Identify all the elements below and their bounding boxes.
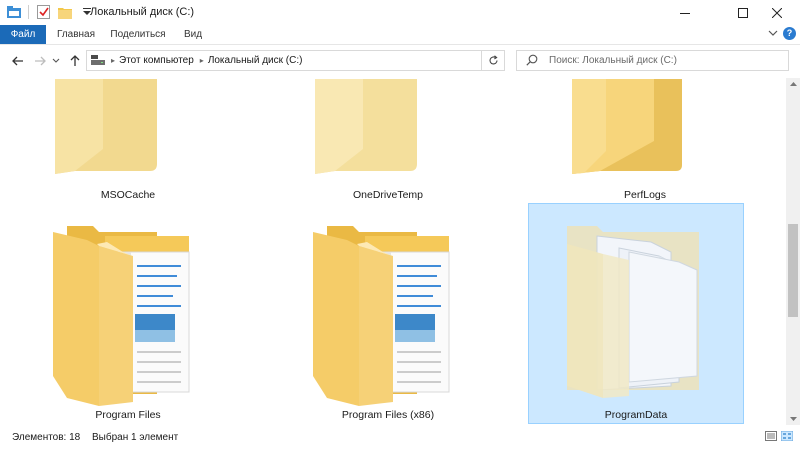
folder-item-program-files[interactable]: Program Files xyxy=(20,203,236,424)
toolbar-separator xyxy=(28,5,29,19)
folder-label: Program Files (x86) xyxy=(341,409,435,421)
explorer-icon[interactable] xyxy=(6,4,22,20)
up-arrow-icon xyxy=(70,55,80,66)
folder-with-documents-icon xyxy=(313,226,450,406)
tab-file[interactable]: Файл xyxy=(0,25,46,44)
large-icons-view-icon[interactable] xyxy=(780,430,794,442)
hidden-folder-icon xyxy=(567,226,699,398)
search-box[interactable]: Поиск: Локальный диск (C:) xyxy=(516,50,789,71)
folder-item-program-files-x86[interactable]: Program Files (x86) xyxy=(280,203,496,424)
close-icon xyxy=(772,7,782,18)
back-button[interactable] xyxy=(9,52,27,70)
vertical-scrollbar[interactable] xyxy=(786,78,800,425)
scroll-down-button[interactable] xyxy=(786,413,800,425)
folder-label: Program Files xyxy=(95,409,161,421)
expand-ribbon-chevron-icon[interactable] xyxy=(768,28,778,40)
refresh-icon xyxy=(488,55,498,65)
folder-icon xyxy=(55,79,157,174)
details-view-icon[interactable] xyxy=(765,431,777,441)
selection-count: Выбран 1 элемент xyxy=(92,432,179,443)
navigation-bar: ▸ Этот компьютер ▸ Локальный диск (C:) П… xyxy=(0,45,800,77)
folder-item-perflogs[interactable]: PerfLogs xyxy=(537,78,753,204)
folder-label: MSOCache xyxy=(100,189,156,201)
scroll-up-button[interactable] xyxy=(786,78,800,90)
address-bar[interactable]: ▸ Этот компьютер ▸ Локальный диск (C:) xyxy=(86,50,505,71)
tab-home[interactable]: Главная xyxy=(52,25,100,44)
scrollbar-thumb[interactable] xyxy=(788,224,798,317)
up-button[interactable] xyxy=(66,52,84,70)
folder-item-onedrivetemp[interactable]: OneDriveTemp xyxy=(280,78,496,204)
search-icon xyxy=(526,54,538,66)
forward-arrow-icon xyxy=(35,56,46,66)
breadcrumb-local-disk[interactable]: Локальный диск (C:) xyxy=(208,55,303,66)
folder-with-documents-icon xyxy=(53,226,190,406)
help-icon[interactable]: ? xyxy=(783,27,796,40)
close-button[interactable] xyxy=(754,0,800,25)
quick-access-toolbar xyxy=(6,4,101,20)
folder-item-msocache[interactable]: MSOCache xyxy=(20,78,236,204)
items-count: Элементов: 18 xyxy=(12,432,81,443)
computer-drive-icon xyxy=(91,55,105,65)
folder-icon xyxy=(315,79,417,174)
minimize-icon xyxy=(680,12,690,14)
folder-label: OneDriveTemp xyxy=(352,189,424,201)
folder-icon xyxy=(572,79,682,174)
tab-share[interactable]: Поделиться xyxy=(108,25,168,44)
file-view: MSOCache OneDriveTemp PerfLogs Program F… xyxy=(0,78,786,425)
chevron-up-icon xyxy=(789,82,797,86)
properties-checkmark-icon[interactable] xyxy=(35,4,51,20)
status-bar: Элементов: 18 Выбран 1 элемент xyxy=(0,425,800,449)
tab-view[interactable]: Вид xyxy=(180,25,206,44)
folder-label: PerfLogs xyxy=(623,189,667,201)
breadcrumb-separator-icon[interactable]: ▸ xyxy=(111,56,115,65)
refresh-button[interactable] xyxy=(481,51,504,70)
folder-label: ProgramData xyxy=(604,409,668,421)
folder-item-programdata[interactable]: ProgramData xyxy=(528,203,744,424)
search-placeholder: Поиск: Локальный диск (C:) xyxy=(549,55,677,66)
chevron-down-icon xyxy=(789,417,797,421)
new-folder-icon[interactable] xyxy=(57,4,73,20)
back-arrow-icon xyxy=(12,56,23,66)
title-bar: Локальный диск (C:) xyxy=(0,0,800,25)
recent-locations-button[interactable] xyxy=(50,52,62,70)
chevron-down-icon xyxy=(52,58,60,63)
ribbon: Файл Главная Поделиться Вид ? xyxy=(0,25,800,45)
minimize-button[interactable] xyxy=(662,0,708,25)
maximize-icon xyxy=(738,7,748,18)
window-title: Локальный диск (C:) xyxy=(90,6,195,18)
forward-button[interactable] xyxy=(31,52,49,70)
breadcrumb-separator-icon[interactable]: ▸ xyxy=(200,56,204,65)
breadcrumb-this-pc[interactable]: Этот компьютер xyxy=(119,55,194,66)
